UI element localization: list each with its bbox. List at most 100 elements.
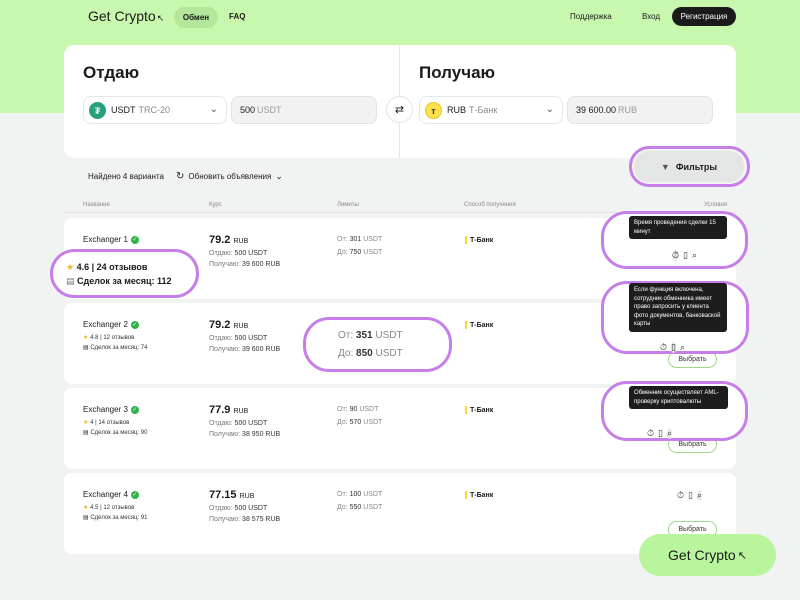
max-value: 550 xyxy=(349,504,362,511)
give-value: 500 USDT xyxy=(234,505,268,512)
stopwatch-icon[interactable]: ⏱ xyxy=(647,428,654,439)
get-amount: Получаю: 38 950 RUB xyxy=(209,431,280,438)
tbank-icon xyxy=(465,321,467,329)
limit-unit: USDT xyxy=(359,406,379,413)
min-value: 351 xyxy=(355,330,373,341)
logo[interactable]: Get Crypto↖ xyxy=(88,8,164,24)
limits-highlight xyxy=(303,317,452,372)
filters-button[interactable]: ▼ Фильтры xyxy=(634,151,744,182)
register-button[interactable]: Регистрация xyxy=(672,7,736,26)
reviews-count: 24 отзывов xyxy=(96,262,148,272)
deals-text: Сделок за месяц: 74 xyxy=(90,345,148,351)
col-method: Способ получения xyxy=(464,202,516,208)
refresh-ads-button[interactable]: ↻ Обновить объявления ⌄ xyxy=(176,171,283,182)
filter-icon: ▼ xyxy=(660,161,670,172)
get-amount-unit: RUB xyxy=(618,105,638,115)
get-label: Получаю: xyxy=(209,261,241,268)
documents-tooltip: Если функция включена, сотрудник обменни… xyxy=(629,283,727,332)
exchanger-name: Exchanger 4 ✓ xyxy=(83,490,139,499)
limit-max: До: 750 USDT xyxy=(337,249,382,256)
get-crypto-label: Get Crypto xyxy=(668,547,736,563)
get-amount-input[interactable]: 39 600.00 RUB xyxy=(567,96,713,124)
deals-text: Сделок за месяц: 90 xyxy=(90,430,148,436)
star-icon: ★ xyxy=(83,420,89,426)
tbank-icon xyxy=(465,491,467,499)
max-value: 570 xyxy=(349,419,362,426)
nav-login-link[interactable]: Вход xyxy=(642,12,660,21)
col-name: Название xyxy=(83,202,110,208)
limit-unit: USDT xyxy=(363,504,383,511)
deals-icon: ▤ xyxy=(83,515,89,521)
limit-max: До: 570 USDT xyxy=(337,419,382,426)
nav-exchange-tab[interactable]: Обмен xyxy=(174,7,218,28)
give-amount-unit: USDT xyxy=(257,105,282,115)
reviews-count: 12 отзывов xyxy=(103,335,135,341)
deals-icon: ▤ xyxy=(83,345,89,351)
stopwatch-icon[interactable]: ⏱ xyxy=(660,342,667,353)
from-label: От: xyxy=(337,406,348,413)
rate-value: 79.2 xyxy=(209,319,231,331)
search-icon[interactable]: ⌕ xyxy=(696,490,703,501)
limit-unit: USDT xyxy=(375,330,403,341)
min-value: 90 xyxy=(349,406,358,413)
document-icon[interactable]: ▯ xyxy=(671,342,676,353)
give-label: Отдаю: xyxy=(209,250,233,257)
nav-support-link[interactable]: Поддержка xyxy=(570,12,612,21)
document-icon[interactable]: ▯ xyxy=(683,250,688,261)
exchanger-name-text: Exchanger 2 xyxy=(83,320,128,329)
search-icon[interactable]: ⌕ xyxy=(692,250,697,261)
min-value: 100 xyxy=(349,491,362,498)
swap-icon[interactable]: ⇄ xyxy=(386,96,413,123)
document-icon[interactable]: ▯ xyxy=(658,428,663,439)
get-currency-select[interactable]: т RUB Т-Банк ⌄ xyxy=(419,96,563,124)
give-value: 500 USDT xyxy=(234,250,268,257)
limit-max-large: До: 850 USDT xyxy=(338,348,403,359)
refresh-label: Обновить объявления xyxy=(188,172,272,181)
logo-text: Get Crypto xyxy=(88,8,156,24)
min-value: 301 xyxy=(349,236,362,243)
get-value: 38 575 RUB xyxy=(242,516,281,523)
conditions-icons: ⏱ ▯ ⌕ xyxy=(677,490,703,501)
table-row[interactable]: Exchanger 4 ✓ ★ 4.5 | 12 отзывов ▤ Сделок… xyxy=(64,473,736,554)
deals-icon: ▤ xyxy=(83,430,89,436)
nav-faq-link[interactable]: FAQ xyxy=(229,12,245,21)
conditions-icons: ⏱ ▯ ⌕ xyxy=(647,428,673,439)
limit-unit: USDT xyxy=(363,419,383,426)
payment-method: Т-Банк xyxy=(465,406,493,414)
rating-value: 4.6 xyxy=(76,262,90,272)
to-label: До: xyxy=(338,348,354,359)
give-currency-select[interactable]: ₮ USDT TRC-20 ⌄ xyxy=(83,96,227,124)
exchanger-name-text: Exchanger 3 xyxy=(83,405,128,414)
get-crypto-button[interactable]: Get Crypto ↖ xyxy=(639,534,776,576)
give-amount-value: 500 xyxy=(240,105,256,115)
search-icon[interactable]: ⌕ xyxy=(680,342,685,353)
give-label: Отдаю: xyxy=(209,420,233,427)
stopwatch-icon[interactable]: ⏱ xyxy=(672,250,680,261)
to-label: До: xyxy=(337,249,348,256)
give-value: 500 USDT xyxy=(234,335,268,342)
conditions-icons: ⏱ ▯ ⌕ xyxy=(672,250,697,261)
give-label: Отдаю: xyxy=(209,505,233,512)
document-icon[interactable]: ▯ xyxy=(688,490,693,501)
rate-currency: RUB xyxy=(233,238,249,245)
tbank-icon xyxy=(465,406,467,414)
search-icon[interactable]: ⌕ xyxy=(666,428,673,439)
top-nav: Get Crypto↖ Обмен FAQ Поддержка Вход Рег… xyxy=(0,0,800,34)
get-currency-code: RUB xyxy=(447,105,467,115)
rate-value: 79.2 xyxy=(209,234,231,246)
rate-currency: RUB xyxy=(239,493,255,500)
col-rate: Курс xyxy=(209,202,222,208)
aml-tooltip: Обменник осуществляет AML-проверку крипт… xyxy=(629,386,728,409)
get-value: 38 950 RUB xyxy=(242,431,281,438)
rate: 77.9 RUB xyxy=(209,404,248,416)
give-amount-input[interactable]: 500 USDT xyxy=(231,96,377,124)
give-amount: Отдаю: 500 USDT xyxy=(209,505,267,512)
deals-per-month: ▤ Сделок за месяц: 91 xyxy=(83,514,147,521)
limit-max: До: 550 USDT xyxy=(337,504,382,511)
stopwatch-icon[interactable]: ⏱ xyxy=(677,490,684,501)
get-network: Т-Банк xyxy=(469,105,498,115)
get-amount-value: 39 600.00 xyxy=(576,105,617,115)
limit-unit: USDT xyxy=(363,491,383,498)
rating-value: 4.8 xyxy=(90,335,99,341)
give-currency-code: USDT xyxy=(111,105,136,115)
